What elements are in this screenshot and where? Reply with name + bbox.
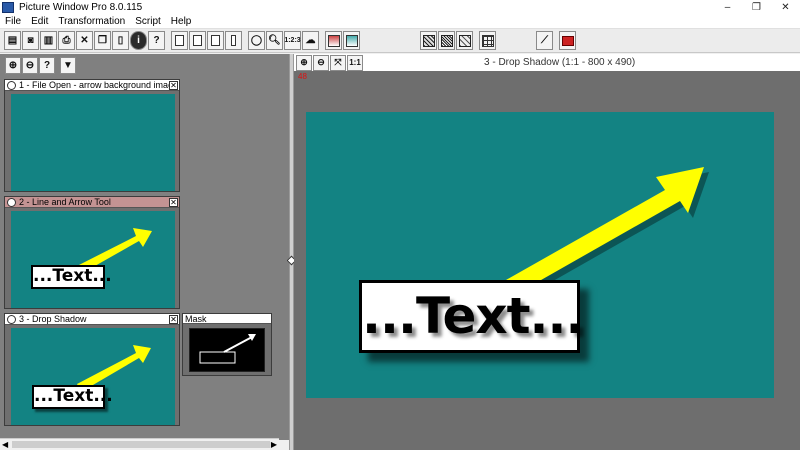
camera-icon[interactable]: ◙ <box>22 31 39 50</box>
close-thumbnail-button[interactable]: ✕ <box>169 314 178 324</box>
thumbnail-text-box: ...Text... <box>31 265 112 289</box>
open-icon[interactable]: ▤ <box>4 31 21 50</box>
layout-stack-icon[interactable] <box>225 31 242 50</box>
actual-size-button[interactable]: 1:1 <box>347 54 363 71</box>
save-icon[interactable]: ▥ <box>40 31 57 50</box>
main-toolbar: ▤ ◙ ▥ ⎙ ✕ ❐ ▯ i ? ◯ 🔍︎ 1:2:3 ☁ ⟋ <box>0 29 800 53</box>
image-viewer: ⊕ ⊖ ⤧ 1:1 3 - Drop Shadow (1:1 - 800 x 4… <box>294 54 800 450</box>
thumbnail-image[interactable]: ...Text... <box>11 211 175 308</box>
thumbnail-panel: ⊕ ⊖ ? ▼ 1 - File Open - arrow background… <box>0 54 289 440</box>
print-icon[interactable]: ⎙ <box>58 31 75 50</box>
title-bar: Picture Window Pro 8.0.115 – ❐ ✕ <box>0 0 800 15</box>
thumbnail-1[interactable]: 1 - File Open - arrow background image ✕ <box>4 79 180 192</box>
zoom-in-icon[interactable]: ⊕ <box>5 57 21 74</box>
arrow-graphic <box>77 345 151 392</box>
gradient-alt-icon[interactable] <box>343 31 360 50</box>
app-icon <box>2 2 14 13</box>
maximize-button[interactable]: ❐ <box>742 0 771 15</box>
ruler-value: 48 <box>298 72 307 81</box>
zoom-icon[interactable]: 🔍︎ <box>266 31 283 50</box>
mask-graphic <box>199 334 256 364</box>
thumbnail-image[interactable] <box>11 94 175 191</box>
close-thumbnail-button[interactable]: ✕ <box>169 80 178 90</box>
menu-edit[interactable]: Edit <box>26 16 53 27</box>
arrow-graphic <box>75 228 152 275</box>
viewer-header: ⊕ ⊖ ⤧ 1:1 3 - Drop Shadow (1:1 - 800 x 4… <box>294 54 800 71</box>
zoom-in-icon[interactable]: ⊕ <box>296 54 312 71</box>
mask-thumbnail[interactable]: Mask <box>182 313 272 376</box>
menu-file[interactable]: File <box>0 16 26 27</box>
chart-icon[interactable]: ⟋ <box>536 31 553 50</box>
ruler-icon[interactable]: 1:2:3 <box>284 31 301 50</box>
mask-icon[interactable]: ☁ <box>302 31 319 50</box>
window-controls: – ❐ ✕ <box>713 0 800 15</box>
close-icon[interactable]: ✕ <box>76 31 93 50</box>
gradient-icon[interactable] <box>325 31 342 50</box>
menu-script[interactable]: Script <box>130 16 166 27</box>
thumbnail-radio[interactable] <box>7 197 16 207</box>
thumbnail-text-box: ...Text... <box>32 385 113 409</box>
scroll-right-icon[interactable]: ▶ <box>271 440 277 449</box>
thumbnail-2[interactable]: 2 - Line and Arrow Tool ✕ ...Text... <box>4 196 180 309</box>
mask-title: Mask <box>183 314 271 324</box>
thumbnail-scrollbar[interactable]: ◀ ▶ <box>0 438 279 450</box>
close-thumbnail-button[interactable]: ✕ <box>169 197 178 207</box>
copy-icon[interactable]: ❐ <box>94 31 111 50</box>
thumbnail-title: 1 - File Open - arrow background image <box>19 80 169 90</box>
scroll-left-icon[interactable]: ◀ <box>2 440 8 449</box>
printer-red-icon[interactable] <box>559 31 576 50</box>
window-title: Picture Window Pro 8.0.115 <box>19 2 143 13</box>
zoom-out-icon[interactable]: ⊖ <box>313 54 329 71</box>
arrow-graphic <box>506 167 709 297</box>
menu-help[interactable]: Help <box>166 16 197 27</box>
layout-single-icon[interactable] <box>189 31 206 50</box>
grid-icon[interactable] <box>479 31 496 50</box>
dropdown-icon[interactable]: ▼ <box>60 57 76 74</box>
thumbnail-3[interactable]: 3 - Drop Shadow ✕ ...Text... <box>4 313 180 426</box>
hatch-mid-icon[interactable] <box>438 31 455 50</box>
thumbnail-header: 3 - Drop Shadow ✕ <box>5 314 179 325</box>
layout-left-icon[interactable] <box>171 31 188 50</box>
thumbnail-tools: ⊕ ⊖ ? ▼ <box>4 57 76 74</box>
image-canvas[interactable]: ...Text... <box>306 112 774 398</box>
menu-transformation[interactable]: Transformation <box>53 16 130 27</box>
mouse-icon[interactable]: ◯ <box>248 31 265 50</box>
hatch-light-icon[interactable] <box>456 31 473 50</box>
thumbnail-header: 2 - Line and Arrow Tool ✕ <box>5 197 179 208</box>
hatch-dark-icon[interactable] <box>420 31 437 50</box>
thumbnail-title: 2 - Line and Arrow Tool <box>19 197 111 207</box>
help-icon[interactable]: ? <box>39 57 55 74</box>
zoom-out-icon[interactable]: ⊖ <box>22 57 38 74</box>
menu-bar: File Edit Transformation Script Help <box>0 15 800 29</box>
mask-image[interactable] <box>189 328 265 372</box>
thumbnail-image[interactable]: ...Text... <box>11 328 175 425</box>
paste-icon[interactable]: ▯ <box>112 31 129 50</box>
minimize-button[interactable]: – <box>713 0 742 15</box>
drop-shadow-text-box: ...Text... <box>359 280 585 353</box>
help-icon[interactable]: ? <box>148 31 165 50</box>
fit-window-icon[interactable]: ⤧ <box>330 54 346 71</box>
layout-right-icon[interactable] <box>207 31 224 50</box>
viewer-title: 3 - Drop Shadow (1:1 - 800 x 490) <box>484 57 636 68</box>
scrollbar-thumb[interactable] <box>12 441 270 448</box>
thumbnail-title: 3 - Drop Shadow <box>19 314 87 324</box>
thumbnail-header: 1 - File Open - arrow background image ✕ <box>5 80 179 91</box>
thumbnail-radio[interactable] <box>7 80 16 90</box>
thumbnail-radio[interactable] <box>7 314 16 324</box>
info-icon[interactable]: i <box>130 31 147 50</box>
close-window-button[interactable]: ✕ <box>771 0 800 15</box>
